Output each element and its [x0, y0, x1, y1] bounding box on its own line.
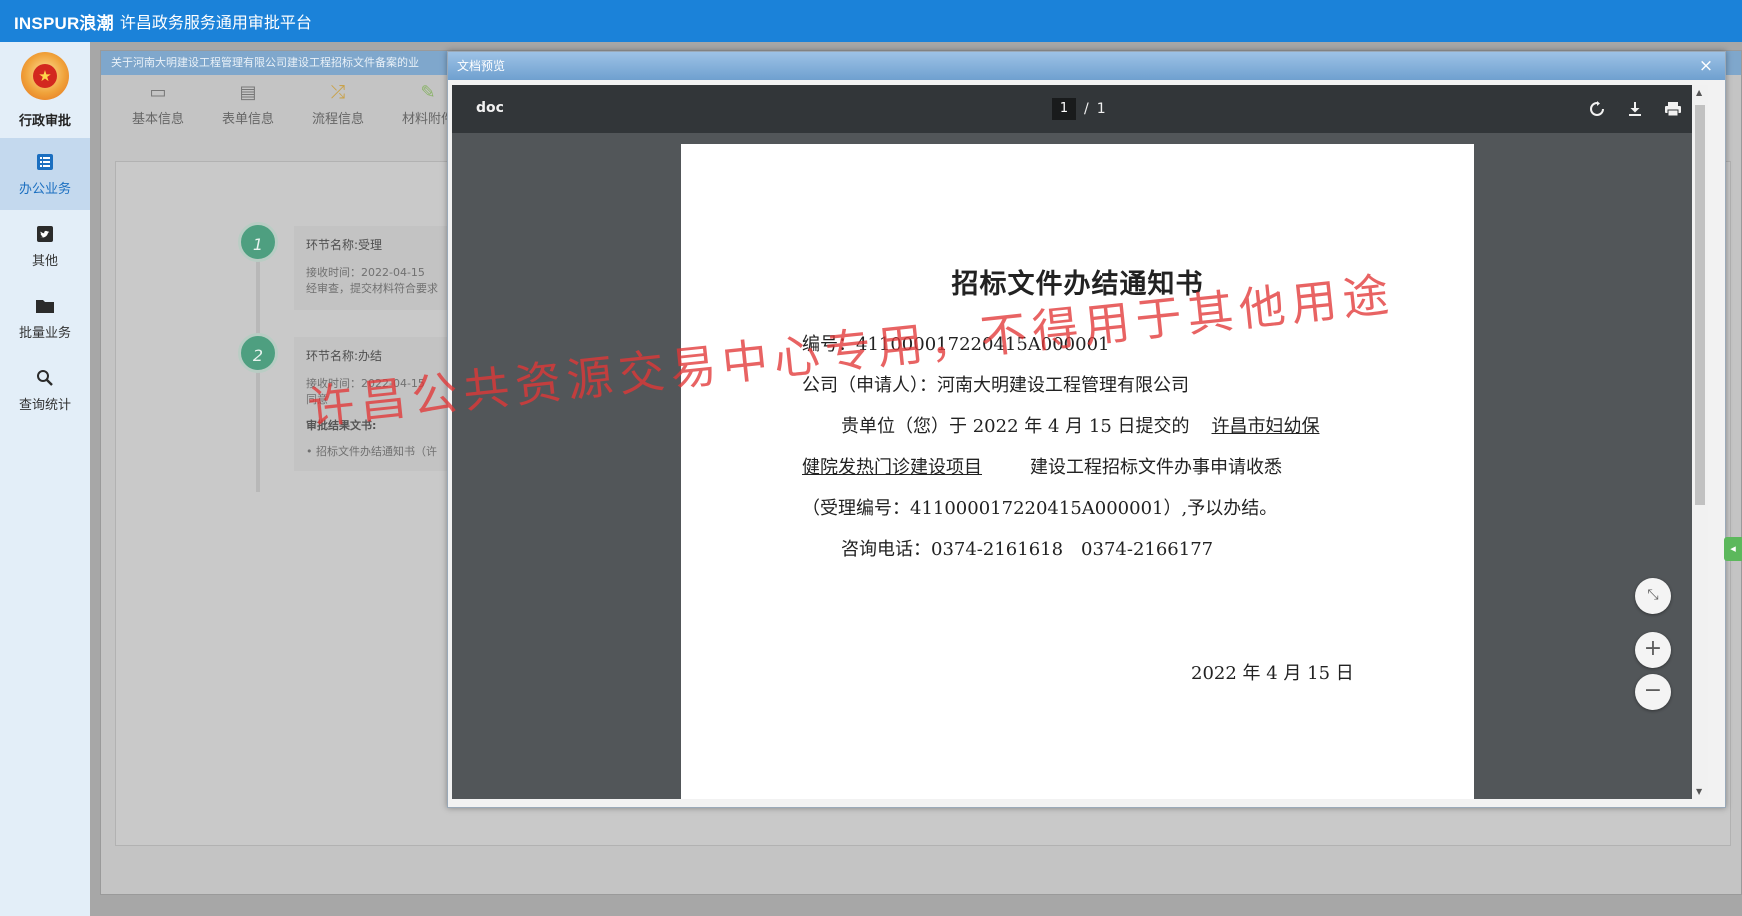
sidebar-item-label: 批量业务 — [18, 325, 71, 341]
inbox-icon: ▭ — [149, 82, 167, 103]
zoom-in-icon[interactable]: + — [1635, 632, 1671, 668]
step-name: 环节名称:受理 — [306, 238, 383, 252]
document-date: 2022 年 4 月 15 日 — [1191, 663, 1354, 684]
search-icon — [35, 368, 55, 388]
document-body-line3: （受理编号：411000017220415A000001）,予以办结。 — [802, 498, 1278, 519]
document-name: doc — [476, 100, 504, 116]
sidebar-item-office[interactable]: 办公业务 — [0, 138, 90, 210]
timeline-card: 环节名称:受理 接收时间：2022-04-15 经审查，提交材料符合要求 — [294, 226, 454, 310]
timeline-node: 2 — [238, 333, 278, 373]
sidebar-logo-label: 行政审批 — [18, 114, 71, 129]
project-name-part2: 健院发热门诊建设项目 — [802, 457, 982, 478]
document-page: 招标文件办结通知书 编号：411000017220415A000001 公司（申… — [681, 144, 1474, 799]
body-text: 建设工程招标文件办事申请收悉 — [1030, 457, 1282, 478]
tab-label: 流程信息 — [311, 112, 364, 127]
document-phone: 咨询电话：0374-2161618 0374-2166177 — [841, 539, 1214, 560]
modal-title-bar[interactable]: 文档预览 × — [448, 52, 1725, 80]
document-body-line1: 贵单位（您）于 2022 年 4 月 15 日提交的 许昌市妇幼保 — [841, 412, 1320, 438]
scroll-up-icon[interactable]: ▲ — [1696, 88, 1702, 97]
scroll-down-icon[interactable]: ▼ — [1696, 787, 1702, 796]
sidebar-logo-block: ★ 行政审批 — [0, 42, 90, 138]
left-sidebar: ★ 行政审批 办公业务 其他 批量业务 查询统计 — [0, 42, 90, 916]
sidebar-item-other[interactable]: 其他 — [0, 210, 90, 282]
scrollbar-thumb[interactable] — [1695, 105, 1705, 505]
shuffle-icon: ⤮ — [330, 82, 346, 103]
sidebar-item-batch[interactable]: 批量业务 — [0, 282, 90, 354]
download-icon[interactable] — [1624, 97, 1646, 121]
step-time: 接收时间：2022-04-15 — [306, 266, 425, 279]
twitter-icon — [35, 224, 55, 244]
tab-label: 表单信息 — [221, 112, 274, 127]
folder-icon — [35, 296, 55, 316]
document-icon: ▤ — [239, 82, 257, 103]
page-separator: / — [1084, 101, 1089, 117]
pdf-viewer: doc 1 / 1 招标文件办结通知书 编号：411000017220415A0… — [452, 85, 1708, 799]
sidebar-item-label: 查询统计 — [18, 397, 71, 413]
list-icon — [35, 152, 55, 172]
page-indicator: 1 / 1 — [1052, 98, 1106, 120]
page-total: 1 — [1096, 101, 1106, 117]
viewer-toolbar: doc 1 / 1 — [452, 85, 1708, 133]
timeline-node: 1 — [238, 222, 278, 262]
toolbar-actions — [1586, 97, 1684, 121]
tab-form-info[interactable]: ▤ 表单信息 — [203, 82, 293, 127]
app-title: 许昌政务服务通用审批平台 — [119, 13, 312, 32]
brand-logo: INSPUR浪潮 — [14, 13, 114, 33]
viewer-scrollbar[interactable]: ▲ ▼ — [1692, 85, 1708, 799]
tab-label: 基本信息 — [131, 112, 184, 127]
print-icon[interactable] — [1662, 97, 1684, 121]
modal-title: 文档预览 — [457, 59, 506, 73]
result-doc-link[interactable]: • 招标文件办结通知书（许 — [306, 444, 442, 460]
sidebar-item-label: 办公业务 — [18, 181, 71, 197]
project-name-part1: 许昌市妇幼保 — [1211, 416, 1320, 437]
close-icon[interactable]: × — [1695, 55, 1717, 77]
top-bar: INSPUR浪潮 许昌政务服务通用审批平台 — [0, 0, 1742, 42]
document-body-line2: 健院发热门诊建设项目 建设工程招标文件办事申请收悉 — [802, 453, 1282, 479]
body-text: 贵单位（您）于 2022 年 4 月 15 日提交的 — [841, 416, 1190, 437]
step-note: 经审查，提交材料符合要求 — [306, 282, 438, 295]
page-number-input[interactable]: 1 — [1052, 98, 1076, 120]
side-tab-icon[interactable]: ◂ — [1724, 537, 1742, 561]
emblem-icon: ★ — [21, 52, 69, 100]
rotate-icon[interactable] — [1586, 97, 1608, 121]
sidebar-item-query[interactable]: 查询统计 — [0, 354, 90, 426]
tab-process-info[interactable]: ⤮ 流程信息 — [293, 82, 383, 127]
zoom-out-icon[interactable]: − — [1635, 674, 1671, 710]
tab-basic-info[interactable]: ▭ 基本信息 — [113, 82, 203, 127]
fit-page-icon[interactable]: ⤡ — [1635, 578, 1671, 614]
sidebar-item-label: 其他 — [31, 253, 58, 269]
document-preview-modal: 文档预览 × doc 1 / 1 招标文件办结通知书 编号：4110000172… — [447, 51, 1726, 808]
